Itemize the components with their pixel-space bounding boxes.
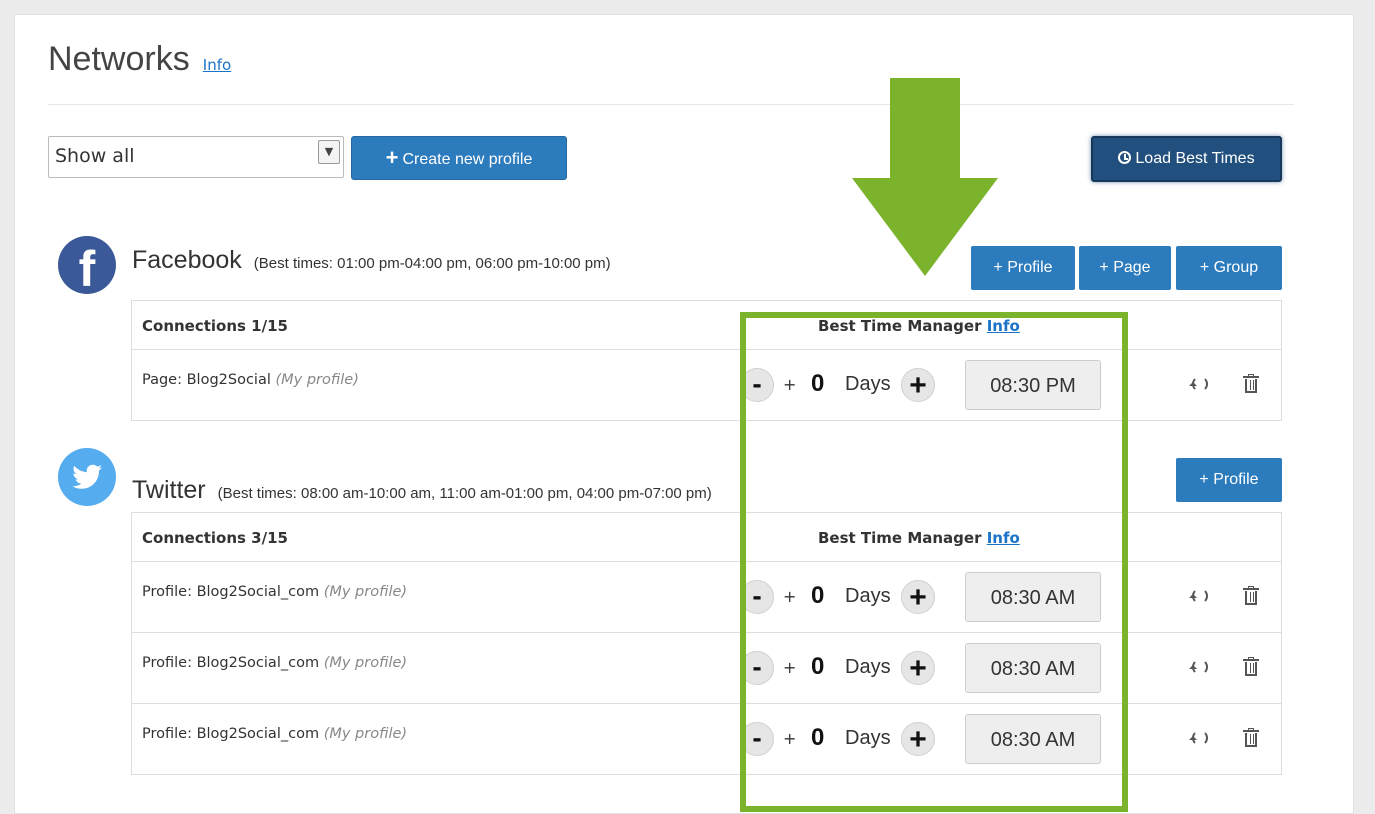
profile-label: Profile: Blog2Social_com (My profile) bbox=[142, 655, 407, 671]
my-profile-tag: (My profile) bbox=[275, 372, 359, 388]
divider bbox=[48, 104, 1294, 105]
my-profile-tag: (My profile) bbox=[323, 584, 408, 600]
facebook-heading: Facebook (Best times: 01:00 pm-04:00 pm, … bbox=[132, 246, 611, 275]
facebook-connections-table: Connections 1/15 Best Time Manager Info … bbox=[131, 300, 1282, 421]
increase-days-button[interactable]: + bbox=[901, 651, 935, 685]
load-best-times-button[interactable]: Load Best Times bbox=[1091, 136, 1282, 182]
days-label: Days bbox=[845, 373, 891, 395]
btm-info-link[interactable]: Info bbox=[987, 529, 1020, 547]
profile-name: Page: Blog2Social bbox=[142, 372, 271, 388]
increase-days-button[interactable]: + bbox=[901, 368, 935, 402]
table-row: Page: Blog2Social (My profile) - + 0 Day… bbox=[132, 349, 1281, 420]
facebook-add-page-button[interactable]: + Page bbox=[1079, 246, 1171, 290]
decrease-days-button[interactable]: - bbox=[740, 722, 774, 756]
profile-name: Profile: Blog2Social_com bbox=[142, 726, 320, 742]
increase-days-button[interactable]: + bbox=[901, 580, 935, 614]
twitter-heading: Twitter (Best times: 08:00 am-10:00 am, 1… bbox=[132, 476, 712, 505]
table-row: Profile: Blog2Social_com (My profile) - … bbox=[132, 561, 1281, 632]
profile-label: Page: Blog2Social (My profile) bbox=[142, 372, 359, 388]
page-title: Networks bbox=[48, 40, 190, 78]
twitter-connections-table: Connections 3/15 Best Time Manager Info … bbox=[131, 512, 1282, 775]
load-best-times-label: Load Best Times bbox=[1135, 150, 1255, 167]
facebook-icon: f bbox=[58, 236, 116, 297]
clock-icon bbox=[1118, 151, 1132, 164]
table-header-row: Connections 3/15 Best Time Manager Info bbox=[132, 513, 1281, 561]
twitter-icon bbox=[58, 448, 116, 506]
profile-name: Profile: Blog2Social_com bbox=[142, 584, 320, 600]
refresh-icon[interactable] bbox=[1189, 730, 1208, 746]
twitter-title: Twitter bbox=[132, 476, 206, 504]
connections-header: Connections 3/15 bbox=[142, 529, 288, 547]
days-value: 0 bbox=[811, 582, 825, 609]
twitter-best-times: (Best times: 08:00 am-10:00 am, 11:00 am… bbox=[217, 485, 712, 502]
best-time-manager-header: Best Time Manager Info bbox=[818, 529, 1020, 547]
my-profile-tag: (My profile) bbox=[323, 655, 408, 671]
chevron-down-icon[interactable]: ▼ bbox=[318, 140, 340, 164]
plus-sign: + bbox=[783, 587, 797, 606]
plus-sign: + bbox=[783, 729, 797, 748]
decrease-days-button[interactable]: - bbox=[740, 580, 774, 614]
btm-header-label: Best Time Manager bbox=[818, 317, 982, 335]
title-info-link[interactable]: Info bbox=[203, 56, 231, 74]
my-profile-tag: (My profile) bbox=[323, 726, 408, 742]
time-input[interactable]: 08:30 AM bbox=[965, 643, 1101, 693]
plus-sign: + bbox=[783, 375, 797, 394]
title-row: Networks Info bbox=[48, 40, 231, 79]
table-header-row: Connections 1/15 Best Time Manager Info bbox=[132, 301, 1281, 349]
btm-header-label: Best Time Manager bbox=[818, 529, 982, 547]
time-input[interactable]: 08:30 AM bbox=[965, 572, 1101, 622]
time-input[interactable]: 08:30 PM bbox=[965, 360, 1101, 410]
twitter-add-profile-button[interactable]: + Profile bbox=[1176, 458, 1282, 502]
decrease-days-button[interactable]: - bbox=[740, 368, 774, 402]
profile-name: Profile: Blog2Social_com bbox=[142, 655, 320, 671]
trash-icon[interactable] bbox=[1243, 374, 1259, 394]
filter-value: Show all bbox=[55, 145, 135, 167]
days-value: 0 bbox=[811, 653, 825, 680]
create-new-profile-label: Create new profile bbox=[402, 151, 533, 168]
btm-info-link[interactable]: Info bbox=[987, 317, 1020, 335]
best-time-manager-header: Best Time Manager Info bbox=[818, 317, 1020, 335]
table-row: Profile: Blog2Social_com (My profile) - … bbox=[132, 632, 1281, 703]
days-value: 0 bbox=[811, 724, 825, 751]
annotation-arrow bbox=[852, 78, 998, 276]
days-label: Days bbox=[845, 585, 891, 607]
plus-icon: + bbox=[385, 145, 399, 170]
plus-sign: + bbox=[783, 658, 797, 677]
profile-label: Profile: Blog2Social_com (My profile) bbox=[142, 584, 407, 600]
time-input[interactable]: 08:30 AM bbox=[965, 714, 1101, 764]
days-label: Days bbox=[845, 656, 891, 678]
days-label: Days bbox=[845, 727, 891, 749]
table-row: Profile: Blog2Social_com (My profile) - … bbox=[132, 703, 1281, 774]
decrease-days-button[interactable]: - bbox=[740, 651, 774, 685]
facebook-best-times: (Best times: 01:00 pm-04:00 pm, 06:00 pm… bbox=[253, 255, 611, 272]
network-filter-select[interactable]: Show all ▼ bbox=[48, 136, 344, 178]
trash-icon[interactable] bbox=[1243, 657, 1259, 677]
profile-label: Profile: Blog2Social_com (My profile) bbox=[142, 726, 407, 742]
increase-days-button[interactable]: + bbox=[901, 722, 935, 756]
trash-icon[interactable] bbox=[1243, 728, 1259, 748]
facebook-add-group-button[interactable]: + Group bbox=[1176, 246, 1282, 290]
connections-header: Connections 1/15 bbox=[142, 317, 288, 335]
trash-icon[interactable] bbox=[1243, 586, 1259, 606]
days-value: 0 bbox=[811, 370, 825, 397]
facebook-title: Facebook bbox=[132, 246, 242, 274]
refresh-icon[interactable] bbox=[1189, 659, 1208, 675]
refresh-icon[interactable] bbox=[1189, 588, 1208, 604]
refresh-icon[interactable] bbox=[1189, 376, 1208, 392]
create-new-profile-button[interactable]: + Create new profile bbox=[351, 136, 567, 180]
